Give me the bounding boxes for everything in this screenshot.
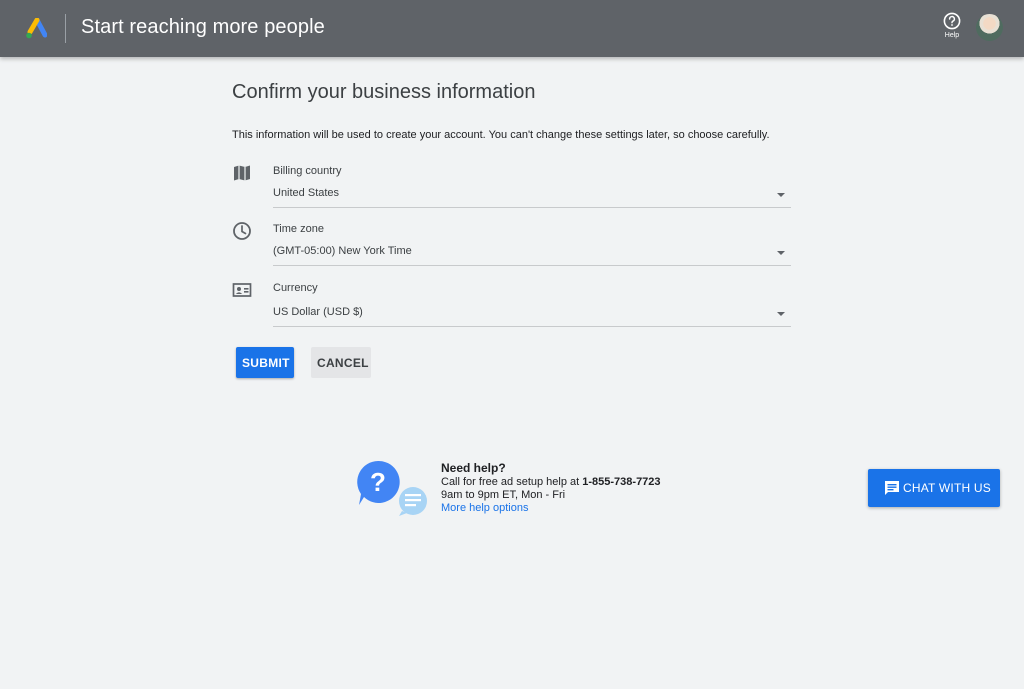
help-button[interactable]: Help xyxy=(940,12,964,39)
google-ads-logo-icon[interactable] xyxy=(25,18,47,40)
time-zone-label: Time zone xyxy=(273,223,324,235)
currency-select[interactable]: US Dollar (USD $) xyxy=(273,304,791,327)
svg-text:?: ? xyxy=(370,467,386,497)
help-phone-number: 1-855-738-7723 xyxy=(582,476,661,488)
currency-label: Currency xyxy=(273,282,318,294)
help-call-text: Call for free ad setup help at xyxy=(441,476,583,488)
help-circle-icon xyxy=(943,12,961,30)
clock-icon xyxy=(233,222,251,240)
cancel-button[interactable]: CANCEL xyxy=(311,347,371,378)
time-zone-value: (GMT-05:00) New York Time xyxy=(273,245,412,257)
page-description: This information will be used to create … xyxy=(232,129,770,141)
currency-value: US Dollar (USD $) xyxy=(273,306,363,318)
chat-with-us-label: CHAT WITH US xyxy=(903,481,991,495)
billing-country-value: United States xyxy=(273,187,340,199)
currency-card-icon xyxy=(232,283,252,297)
map-icon xyxy=(234,165,250,181)
billing-country-select[interactable]: United States xyxy=(273,185,791,208)
more-help-options-link[interactable]: More help options xyxy=(441,502,528,514)
billing-country-label: Billing country xyxy=(273,165,342,177)
account-avatar[interactable] xyxy=(976,14,1003,41)
chevron-down-icon xyxy=(777,193,785,197)
need-help-title: Need help? xyxy=(441,461,506,475)
header-divider xyxy=(65,14,66,43)
page-title: Confirm your business information xyxy=(232,81,536,103)
help-hours: 9am to 9pm ET, Mon - Fri xyxy=(441,489,566,501)
chat-with-us-button[interactable]: CHAT WITH US xyxy=(868,469,1000,507)
chat-icon xyxy=(885,481,899,495)
chevron-down-icon xyxy=(777,312,785,316)
submit-button[interactable]: SUBMIT xyxy=(236,347,294,378)
help-label: Help xyxy=(944,32,960,39)
chevron-down-icon xyxy=(777,251,785,255)
help-bubbles-icon: ? xyxy=(357,460,427,516)
time-zone-select[interactable]: (GMT-05:00) New York Time xyxy=(273,243,791,266)
app-title: Start reaching more people xyxy=(81,16,325,38)
top-app-bar: Start reaching more people Help xyxy=(0,0,1024,57)
help-call-line: Call for free ad setup help at 1-855-738… xyxy=(441,476,661,488)
